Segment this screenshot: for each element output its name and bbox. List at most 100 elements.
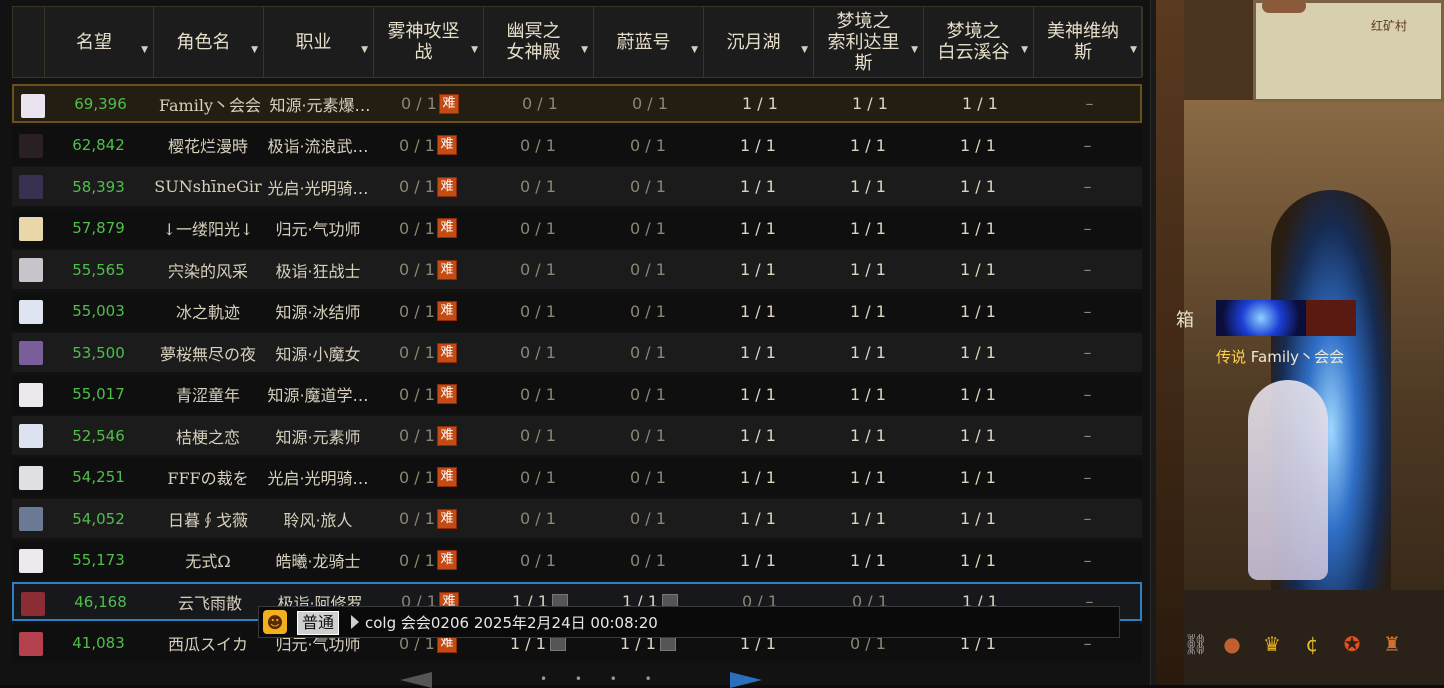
orb-icon[interactable]: ●	[1218, 630, 1246, 658]
chat-message[interactable]: ☻ 普通 colg 会会0206 2025年2月24日 00:08:20	[258, 606, 1120, 638]
minimap[interactable]: 红矿村	[1253, 0, 1444, 102]
dungeon-progress-cell: 0 / 1	[593, 167, 703, 206]
link-icon[interactable]: ⛓	[1182, 630, 1210, 658]
cell-value: –	[1083, 550, 1092, 570]
coin-icon[interactable]: ¢	[1298, 630, 1326, 658]
dungeon-progress-cell: 1 / 1	[925, 86, 1035, 121]
next-page-arrow-icon[interactable]	[730, 672, 762, 688]
table-row[interactable]: 55,565 宍染的风采 极诣·狂战士 0 / 1难0 / 10 / 11 / 11 …	[12, 250, 1142, 289]
column-header-8[interactable]: 梦境之 白云溪谷 ▼	[924, 7, 1034, 77]
dungeon-progress-cell: 1 / 1	[923, 375, 1033, 414]
column-header-9[interactable]: 美神维纳 斯 ▼	[1034, 7, 1143, 77]
fame-cell: 54,251	[44, 458, 153, 497]
table-row[interactable]: 53,500 夢桜無尽の夜 知源·小魔女 0 / 1难0 / 10 / 11 / 11…	[12, 333, 1142, 372]
sort-arrow-icon[interactable]: ▼	[141, 40, 148, 61]
cell-value: 0 / 1	[630, 384, 666, 404]
cell-value: 0 / 1	[399, 343, 435, 362]
cell-value: 69,396	[74, 94, 127, 113]
dungeon-progress-cell: 0 / 1	[483, 458, 593, 497]
column-header-1[interactable]: 角色名 ▼	[154, 7, 264, 77]
dungeon-progress-cell: 0 / 1	[593, 292, 703, 331]
chest-icon[interactable]: ♜	[1378, 630, 1406, 658]
dungeon-progress-cell: 1 / 1	[923, 167, 1033, 206]
dungeon-progress-cell: 0 / 1难	[373, 126, 483, 165]
table-row[interactable]: 55,173 无式Ω 皓曦·龙骑士 0 / 1难0 / 10 / 11 / 11 / …	[12, 540, 1142, 580]
cell-value: 云飞雨散	[177, 593, 242, 613]
sort-arrow-icon[interactable]: ▼	[581, 40, 588, 61]
cell-value: 1 / 1	[850, 135, 886, 155]
cell-value: 0 / 1	[520, 343, 556, 362]
column-header-7[interactable]: 梦境之 索利达里 斯 ▼	[814, 7, 924, 77]
column-header-0[interactable]: 名望 ▼	[45, 7, 154, 77]
dungeon-progress-cell: 1 / 1	[703, 250, 813, 289]
table-row[interactable]: 54,251 FFFの裁を 光启·光明骑… 0 / 1难0 / 10 / 11 / 1…	[12, 457, 1142, 497]
dungeon-progress-cell: –	[1033, 209, 1142, 248]
emoji-face-icon[interactable]: ☻	[263, 610, 287, 634]
column-header-5[interactable]: 蔚蓝号 ▼	[594, 7, 704, 77]
player-nameplate[interactable]: 传说 Family丶会会	[1216, 346, 1344, 367]
table-row[interactable]: 69,396 Family丶会会 知源·元素爆… 0 / 1难0 / 10 / 11 …	[12, 84, 1142, 123]
table-row[interactable]: 55,003 冰之軌迹 知源·冰结师 0 / 1难0 / 10 / 11 / 11 /…	[12, 291, 1142, 331]
table-row[interactable]: 58,393 SUNshīneGir 光启·光明骑… 0 / 1难0 / 10 / 1…	[12, 167, 1142, 206]
fame-cell: 57,879	[44, 209, 153, 248]
dungeon-progress-cell: 0 / 1难	[375, 86, 485, 121]
blue-effect	[1216, 300, 1306, 336]
cell-value: –	[1083, 260, 1092, 279]
table-row[interactable]: 54,052 日暮∮戈薇 聆风·旅人 0 / 1难0 / 10 / 11 / 11 /…	[12, 499, 1142, 538]
cell-value: 1 / 1	[850, 467, 886, 487]
cell-value: 0 / 1	[630, 509, 666, 528]
cell-value: 1 / 1	[850, 301, 886, 321]
cell-value: 0 / 1	[520, 260, 556, 279]
dungeon-progress-cell: 1 / 1	[813, 416, 923, 455]
column-header-label: 蔚蓝号	[616, 31, 671, 53]
cell-value: 1 / 1	[850, 550, 886, 570]
player-character[interactable]	[1248, 380, 1328, 580]
sort-arrow-icon[interactable]: ▼	[911, 40, 918, 61]
character-avatar	[19, 299, 43, 324]
page-dots[interactable]: • • • •	[540, 672, 664, 686]
dungeon-progress-cell: –	[1033, 416, 1142, 455]
character-avatar	[19, 341, 43, 365]
column-header-label: 职业	[295, 31, 332, 53]
table-row[interactable]: 55,017 青涩童年 知源·魔道学… 0 / 1难0 / 10 / 11 / 11 …	[12, 374, 1142, 414]
cell-value: 1 / 1	[740, 509, 776, 528]
column-header-label: 幽冥之 女神殿	[506, 21, 561, 63]
column-header-4[interactable]: 幽冥之 女神殿 ▼	[484, 7, 594, 77]
column-header-2[interactable]: 职业 ▼	[264, 7, 374, 77]
table-row[interactable]: 62,842 樱花烂漫時 极诣·流浪武… 0 / 1难0 / 10 / 11 / 11…	[12, 125, 1142, 165]
sort-arrow-icon[interactable]: ▼	[361, 40, 368, 61]
column-header-3[interactable]: 雾神攻坚 战 ▼	[374, 7, 484, 77]
dungeon-progress-cell: 0 / 1	[593, 541, 703, 580]
hard-mode-badge: 难	[436, 301, 457, 321]
crown-icon[interactable]: ♛	[1258, 630, 1286, 658]
game-scene: 红矿村 箱 传说 Family丶会会 ⛓ ● ♛ ¢ ✪ ♜	[1156, 0, 1444, 685]
chat-channel[interactable]: 普通	[297, 611, 340, 635]
sort-arrow-icon[interactable]: ▼	[801, 40, 808, 61]
cell-value: 1 / 1	[960, 426, 996, 445]
sort-arrow-icon[interactable]: ▼	[1130, 40, 1137, 61]
cell-value: 1 / 1	[960, 218, 996, 238]
dungeon-progress-cell: 1 / 1	[703, 375, 813, 414]
prev-page-arrow-icon[interactable]	[400, 672, 432, 688]
red-effect	[1306, 300, 1356, 336]
sort-arrow-icon[interactable]: ▼	[1021, 40, 1028, 61]
table-row[interactable]: 57,879 ↓一缕阳光↓ 归元·气功师 0 / 1难0 / 10 / 11 / 11…	[12, 208, 1142, 248]
cell-value: 1 / 1	[960, 177, 996, 196]
sort-arrow-icon[interactable]: ▼	[471, 40, 478, 61]
table-row[interactable]: 52,546 桔梗之恋 知源·元素师 0 / 1难0 / 10 / 11 / 11 /…	[12, 416, 1142, 455]
cell-value: 0 / 1	[399, 426, 435, 445]
sort-arrow-icon[interactable]: ▼	[691, 40, 698, 61]
column-header-avatar	[13, 7, 45, 77]
dungeon-progress-cell: 1 / 1	[703, 126, 813, 165]
character-avatar	[19, 216, 43, 241]
dungeon-progress-cell: 1 / 1	[813, 292, 923, 331]
cell-value: 1 / 1	[740, 467, 776, 487]
cell-value: 日暮∮戈薇	[167, 510, 248, 530]
fortune-icon[interactable]: ✪	[1338, 630, 1366, 658]
dungeon-progress-cell: 1 / 1	[923, 333, 1033, 372]
dungeon-progress-cell: 1 / 1	[923, 126, 1033, 165]
dungeon-progress-cell: 1 / 1	[813, 126, 923, 165]
cell-value: 极诣·狂战士	[275, 261, 361, 281]
sort-arrow-icon[interactable]: ▼	[251, 40, 258, 61]
column-header-6[interactable]: 沉月湖 ▼	[704, 7, 814, 77]
